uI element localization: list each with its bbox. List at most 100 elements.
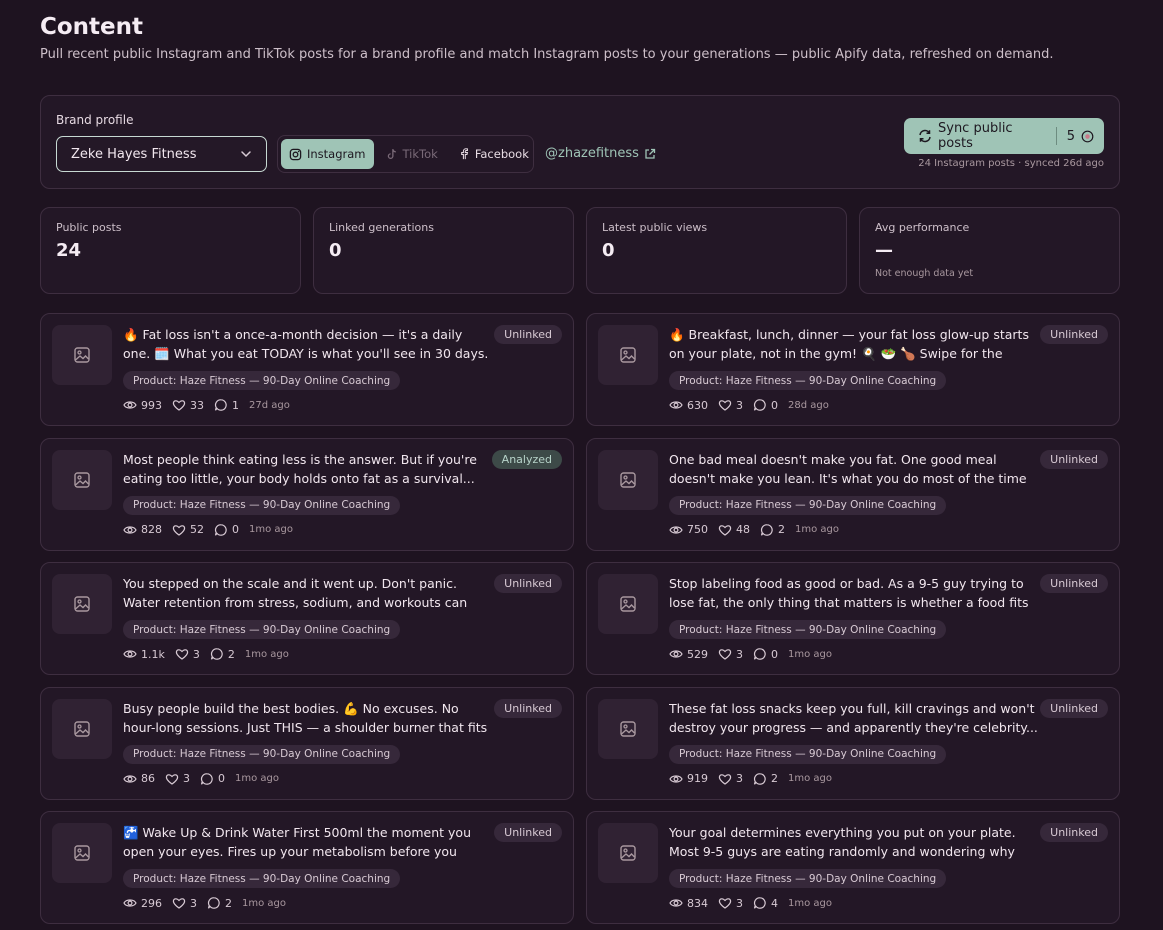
post-thumbnail [52,325,112,385]
post-age: 27d ago [249,399,290,411]
product-tag: Product: Haze Fitness — 90-Day Online Co… [669,620,947,639]
tab-instagram[interactable]: Instagram [281,139,374,169]
product-tag: Product: Haze Fitness — 90-Day Online Co… [669,371,947,390]
likes-count: 3 [736,896,743,910]
post-card[interactable]: These fat loss snacks keep you full, kil… [586,686,1120,800]
comment-icon [207,896,221,910]
post-age: 1mo ago [788,648,832,660]
post-caption: Your goal determines everything you put … [669,825,1016,859]
comment-icon [214,398,228,412]
instagram-icon [289,148,302,161]
likes-count: 3 [183,772,190,785]
post-card[interactable]: 🔥 Breakfast, lunch, dinner — your fat lo… [586,313,1120,426]
post-age: 1mo ago [795,524,839,535]
comments-count: 4 [771,896,778,910]
likes-count: 52 [190,523,204,536]
heart-icon [172,398,186,412]
tab-facebook[interactable]: Facebook [450,139,537,169]
post-thumbnail [598,325,658,385]
product-tag: Product: Haze Fitness — 90-Day Online Co… [123,869,401,888]
product-tag: Product: Haze Fitness — 90-Day Online Co… [669,495,947,515]
stat-latest-public-views: Latest public views 0 [586,207,847,294]
sync-public-posts-button[interactable]: Sync public posts 5 [904,118,1104,154]
stat-linked-generations: Linked generations 0 [313,207,574,294]
heart-icon [718,523,732,537]
likes-count: 3 [192,647,200,661]
post-metrics: 1.1k 3 2 1mo ago [123,647,289,661]
facebook-icon [458,148,470,160]
post-thumbnail [52,698,112,759]
comment-icon [200,772,214,786]
platform-switcher: Instagram TikTok Facebook [277,135,534,173]
status-badge: Unlinked [494,574,562,593]
post-caption: You stepped on the scale and it went up.… [123,576,468,610]
post-card[interactable]: 🔥 Fat loss isn't a once-a-month decision… [40,313,574,426]
post-caption: 🔥 Breakfast, lunch, dinner — your fat lo… [669,327,1029,361]
image-icon [619,844,637,862]
comment-icon [760,523,774,537]
heart-icon [165,772,179,786]
product-tag: Product: Haze Fitness — 90-Day Online Co… [669,744,947,764]
post-metrics: 919 3 2 1mo ago [669,772,832,786]
image-icon [619,595,637,613]
status-badge: Analyzed [491,449,562,469]
eye-icon [669,647,683,661]
post-card[interactable]: Your goal determines everything you put … [586,811,1120,924]
comments-count: 2 [227,647,235,661]
post-age: 1mo ago [235,773,279,784]
page-subtitle: Pull recent public Instagram and TikTok … [40,47,1054,62]
post-thumbnail [598,823,658,883]
post-card[interactable]: One bad meal doesn't make you fat. One g… [586,437,1120,551]
likes-count: 3 [190,896,197,910]
status-badge: Unlinked [1040,449,1108,469]
brand-profile-card: Brand profile Zeke Hayes Fitness Instagr… [40,95,1120,189]
comment-icon [210,647,224,661]
post-card[interactable]: 🚰 Wake Up & Drink Water First 500ml the … [40,811,574,924]
likes-count: 3 [736,772,743,785]
product-tag: Product: Haze Fitness — 90-Day Online Co… [123,495,401,515]
tab-tiktok[interactable]: TikTok [378,139,446,169]
post-age: 1mo ago [788,773,832,784]
post-age: 1mo ago [788,897,832,909]
status-badge: Unlinked [1040,325,1108,344]
page-title: Content [40,14,144,40]
post-card[interactable]: You stepped on the scale and it went up.… [40,562,574,675]
brand-profile-select[interactable]: Zeke Hayes Fitness [56,136,267,172]
external-link-icon [644,148,656,160]
eye-icon [669,896,683,910]
image-icon [73,844,91,862]
post-card[interactable]: Stop labeling food as good or bad. As a … [586,562,1120,675]
comments-count: 0 [771,398,778,412]
image-icon [619,471,637,489]
eye-icon [123,398,137,412]
image-icon [73,595,91,613]
status-badge: Unlinked [494,325,562,344]
post-card[interactable]: Busy people build the best bodies. 💪 No … [40,686,574,800]
post-thumbnail [598,698,658,759]
product-tag: Product: Haze Fitness — 90-Day Online Co… [669,869,947,888]
views-count: 993 [141,398,162,412]
profile-handle-link[interactable]: @zhazefitness [545,146,656,161]
post-metrics: 993 33 1 27d ago [123,398,290,412]
post-caption: Most people think eating less is the ans… [123,451,477,486]
comments-count: 2 [778,523,785,536]
eye-icon [123,896,137,910]
image-icon [619,346,637,364]
eye-icon [669,398,683,412]
tiktok-icon [386,148,398,160]
comment-icon [753,647,767,661]
sync-label: Sync public posts [938,121,1013,151]
eye-icon [669,772,683,786]
post-age: 28d ago [788,399,829,411]
comment-icon [753,772,767,786]
post-caption: These fat loss snacks keep you full, kil… [669,700,1038,735]
heart-icon [172,523,186,537]
eye-icon [123,647,137,661]
credit-coin-icon [1081,130,1094,143]
status-badge: Unlinked [1040,698,1108,718]
views-count: 86 [141,772,155,785]
comment-icon [753,398,767,412]
sync-meta: 24 Instagram posts · synced 26d ago [918,158,1104,169]
post-card[interactable]: Most people think eating less is the ans… [40,437,574,551]
likes-count: 3 [736,647,743,661]
